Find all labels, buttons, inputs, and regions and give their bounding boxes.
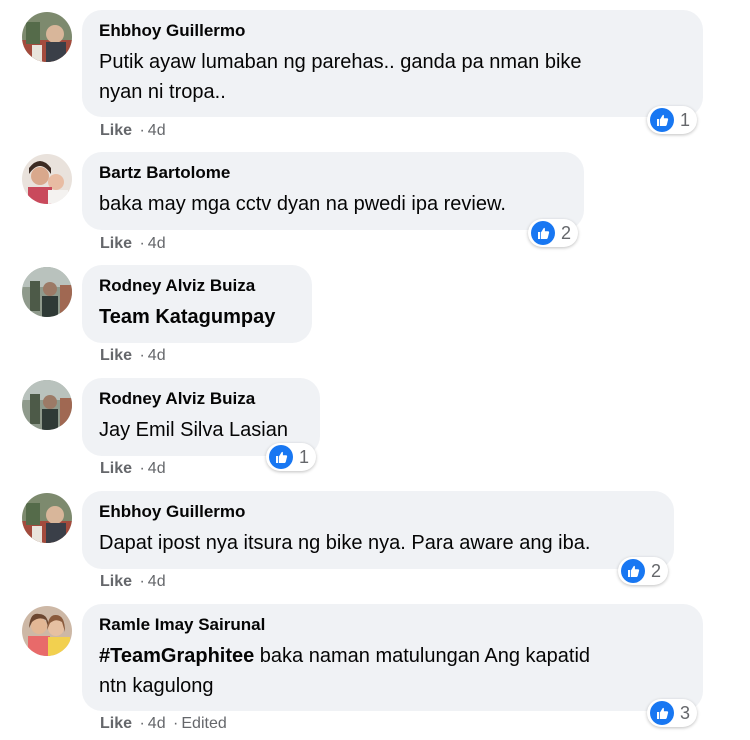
comment-text-line: ntn kagulong [99,675,214,697]
thumbs-up-icon [531,221,555,245]
comment-text-line: baka naman matulungan Ang kapatid [254,645,591,667]
comment-bubble: Ehbhoy Guillermo Dapat ipost nya itsura … [82,491,674,569]
like-button[interactable]: Like [100,122,132,139]
like-button[interactable]: Like [100,573,132,590]
thumbs-up-icon [621,559,645,583]
comment-text: #TeamGraphitee baka naman matulungan Ang… [99,641,685,701]
separator: · [139,235,145,252]
like-button[interactable]: Like [100,235,132,252]
comment-author[interactable]: Rodney Alviz Buiza [99,389,302,409]
thumbs-up-icon [269,445,293,469]
reaction-count: 2 [651,560,662,581]
comment-text: Jay Emil Silva Lasian [99,415,302,445]
comment-author[interactable]: Ramle Imay Sairunal [99,615,685,635]
comment-actions: Like · 4d [100,459,166,479]
reaction-count-badge[interactable]: 2 [528,219,579,247]
avatar[interactable] [22,154,72,204]
comment-text: Putik ayaw lumaban ng parehas.. ganda pa… [99,47,685,107]
reaction-count-badge[interactable]: 1 [266,443,317,471]
timestamp[interactable]: 4d [148,573,166,590]
comment-text-line: nyan ni tropa.. [99,81,226,103]
reaction-count-badge[interactable]: 3 [647,699,698,727]
timestamp[interactable]: 4d [148,715,166,732]
reaction-count: 1 [680,109,691,130]
comment-actions: Like · 4d [100,572,166,592]
separator: · [139,573,145,590]
separator: · [173,715,179,732]
comment-bubble: Ramle Imay Sairunal #TeamGraphitee baka … [82,604,703,711]
timestamp[interactable]: 4d [148,347,166,364]
comment-author[interactable]: Bartz Bartolome [99,163,566,183]
reaction-count: 2 [561,222,572,243]
like-button[interactable]: Like [100,347,132,364]
timestamp[interactable]: 4d [148,235,166,252]
comment-author[interactable]: Ehbhoy Guillermo [99,502,656,522]
comment-text: baka may mga cctv dyan na pwedi ipa revi… [99,189,566,219]
timestamp[interactable]: 4d [148,460,166,477]
comment-actions: Like · 4d [100,234,166,254]
avatar[interactable] [22,380,72,430]
comment-actions: Like · 4d · Edited [100,714,227,734]
separator: · [139,715,145,732]
comment-bubble: Rodney Alviz Buiza Team Katagumpay [82,265,312,343]
comment-text: Team Katagumpay [99,302,294,332]
avatar[interactable] [22,606,72,656]
thumbs-up-icon [650,108,674,132]
comment-text-line: Team Katagumpay [99,306,276,328]
comment-actions: Like · 4d [100,121,166,141]
comment-text-line: baka may mga cctv dyan na pwedi ipa revi… [99,193,506,215]
separator: · [139,460,145,477]
reaction-count: 3 [680,702,691,723]
hashtag-link[interactable]: #TeamGraphitee [99,645,254,667]
avatar[interactable] [22,12,72,62]
comment-bubble: Ehbhoy Guillermo Putik ayaw lumaban ng p… [82,10,703,117]
avatar[interactable] [22,493,72,543]
comment-bubble: Bartz Bartolome baka may mga cctv dyan n… [82,152,584,230]
edited-label[interactable]: Edited [181,715,226,732]
separator: · [139,347,145,364]
reaction-count: 1 [299,446,310,467]
thumbs-up-icon [650,701,674,725]
comment-text-line: Dapat ipost nya itsura ng bike nya. Para… [99,532,591,554]
reaction-count-badge[interactable]: 1 [647,106,698,134]
reaction-count-badge[interactable]: 2 [618,557,669,585]
like-button[interactable]: Like [100,460,132,477]
separator: · [139,122,145,139]
comment-text: Dapat ipost nya itsura ng bike nya. Para… [99,528,656,558]
comment-author[interactable]: Rodney Alviz Buiza [99,276,294,296]
avatar[interactable] [22,267,72,317]
comment-actions: Like · 4d [100,346,166,366]
comment-text-line[interactable]: Jay Emil Silva Lasian [99,419,288,441]
timestamp[interactable]: 4d [148,122,166,139]
comment-author[interactable]: Ehbhoy Guillermo [99,21,685,41]
comment-text-line: Putik ayaw lumaban ng parehas.. ganda pa… [99,51,582,73]
like-button[interactable]: Like [100,715,132,732]
